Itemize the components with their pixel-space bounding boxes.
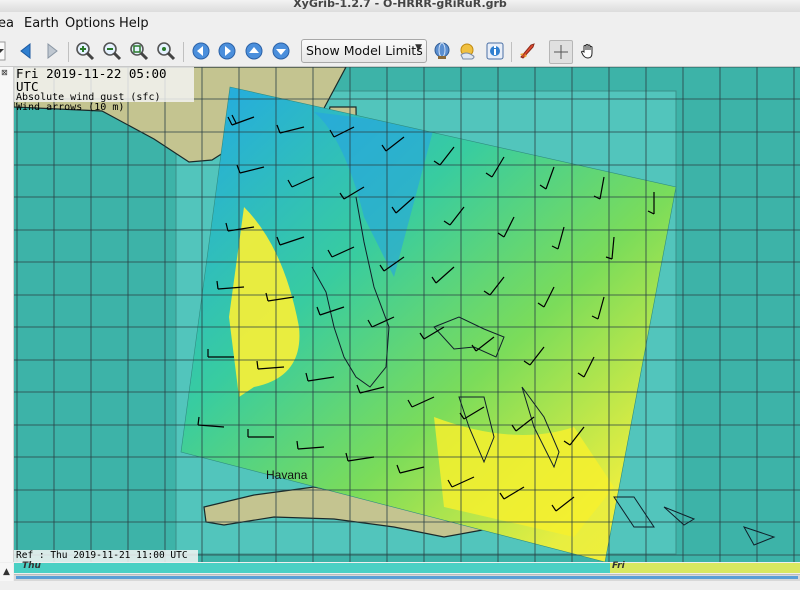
menu-earth[interactable]: Earth (24, 16, 59, 31)
model-limits-select[interactable]: Show Model Limits ▼ (301, 39, 427, 63)
file-info-icon[interactable] (484, 40, 506, 62)
weather-server-icon[interactable] (457, 40, 479, 62)
time-slider-track (16, 576, 798, 579)
dropdown-arrow-icon[interactable] (0, 40, 10, 62)
map-info-box: Fri 2019-11-22 05:00 UTC Absolute wind g… (14, 66, 194, 113)
menu-options[interactable]: Options (65, 16, 115, 31)
timeline-day-fri-band (610, 563, 800, 573)
pan-down-icon[interactable] (270, 40, 292, 62)
rocket-icon[interactable] (516, 40, 538, 62)
close-icon[interactable]: ⊠ (1, 69, 9, 77)
pan-right-icon[interactable] (216, 40, 238, 62)
pan-up-icon[interactable] (243, 40, 265, 62)
chevron-down-icon: ▼ (415, 43, 422, 53)
expand-arrow-icon[interactable]: ▲ (0, 563, 13, 581)
map-canvas: Havana (14, 67, 800, 562)
reference-date-label: Ref : Thu 2019-11-21 11:00 UTC (14, 550, 198, 562)
zoom-in-icon[interactable] (74, 40, 96, 62)
zoom-fit-icon[interactable] (155, 40, 177, 62)
window-title: XyGrib-1.2.7 - O-HRRR-gRiRuR.grb (293, 0, 507, 10)
menu-area[interactable]: ea (0, 16, 14, 31)
map-view[interactable]: Havana (14, 67, 800, 562)
window-titlebar: XyGrib-1.2.7 - O-HRRR-gRiRuR.grb (0, 0, 800, 12)
menu-help[interactable]: Help (119, 16, 149, 31)
city-label-havana: Havana (266, 468, 308, 482)
pan-left-icon[interactable] (190, 40, 212, 62)
zoom-area-icon[interactable] (128, 40, 150, 62)
left-side-panel: ⊠ (0, 67, 14, 562)
crosshair-select-icon[interactable] (549, 40, 573, 64)
previous-step-icon[interactable] (15, 40, 37, 62)
model-limits-value: Show Model Limits (306, 43, 423, 58)
download-forecast-icon[interactable] (431, 40, 453, 62)
timeline-bar[interactable]: Thu Fri (14, 561, 800, 573)
timeline-label-thu: Thu (22, 561, 41, 571)
hand-drag-icon[interactable] (577, 40, 599, 62)
menu-bar: ea Earth Options Help (0, 12, 800, 36)
status-bar (0, 581, 800, 590)
timeline-label-fri: Fri (612, 561, 625, 571)
time-slider[interactable] (14, 574, 800, 581)
toolbar: Show Model Limits ▼ (0, 36, 800, 67)
arrows-label: Wind arrows (10 m) (16, 102, 125, 113)
forecast-date-label: Fri 2019-11-22 05:00 UTC (16, 66, 167, 94)
zoom-out-icon[interactable] (101, 40, 123, 62)
next-step-icon[interactable] (41, 40, 63, 62)
